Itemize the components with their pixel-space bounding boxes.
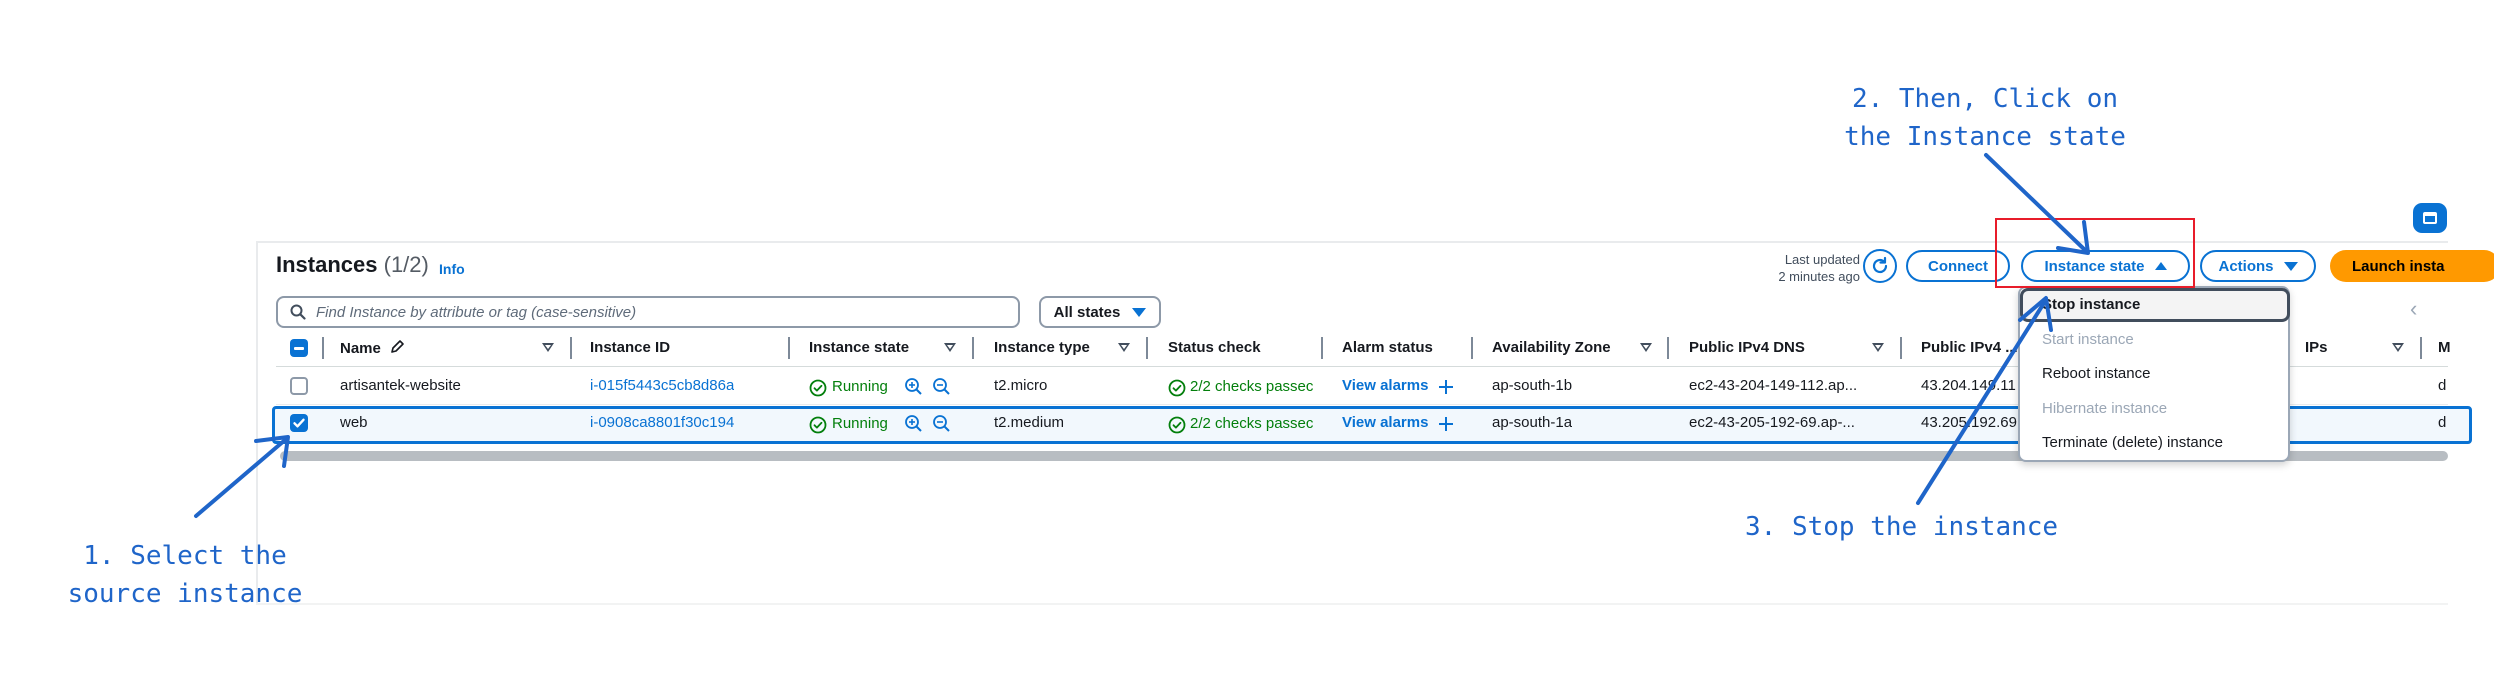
arrow-step-3	[1916, 301, 2046, 505]
arrow-step-1	[194, 438, 287, 518]
arrow-step-2	[1984, 153, 2087, 252]
annotation-arrows	[194, 153, 2090, 518]
